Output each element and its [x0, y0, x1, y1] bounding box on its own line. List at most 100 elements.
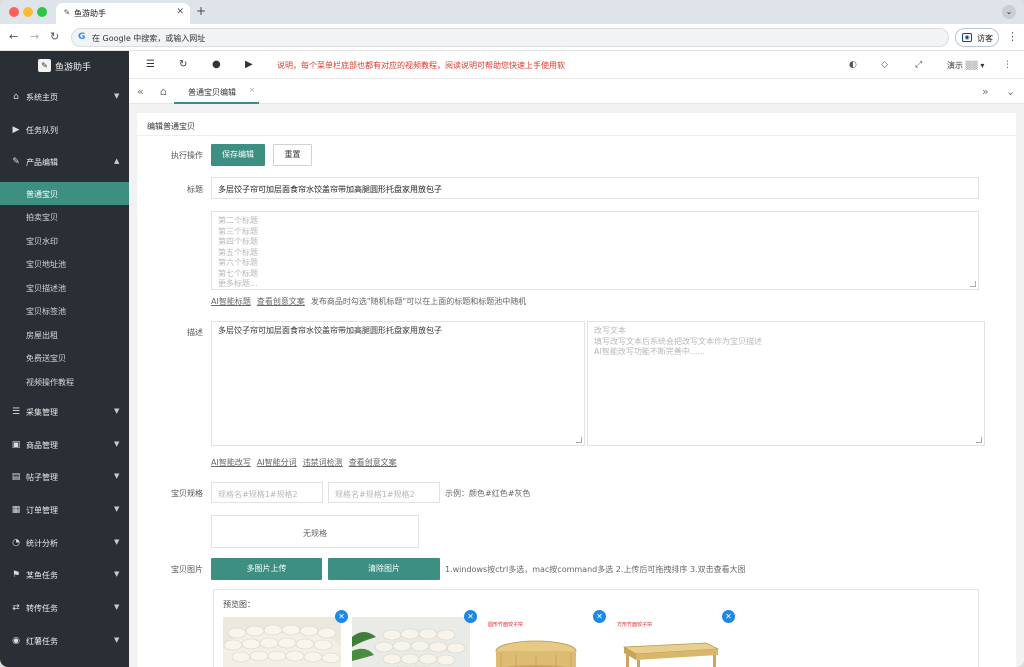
sidebar-subitem-free-giveaway[interactable]: 免费送宝贝	[0, 346, 129, 369]
theme-icon[interactable]: ◐	[849, 60, 857, 70]
scroll-left-icon[interactable]: «	[137, 85, 144, 98]
image-hint: 1.windows按ctrl多选，mac按command多选 2.上传后可拖拽排…	[445, 565, 746, 574]
sidebar-item-collect[interactable]: ☰ 采集管理 ▼	[0, 396, 129, 428]
extra-titles-textarea[interactable]: 第二个标题 第三个标题 第四个标题 第五个标题 第六个标题 第七个标题 更多标题…	[211, 211, 979, 290]
resize-handle-icon[interactable]	[576, 437, 582, 443]
browser-window: ✎ 鱼游助手 ✕ + ⌄ ← → ↻ G 在 Google 中搜索，或输入网址 …	[0, 0, 1024, 667]
thumbnail-image[interactable]: 方形竹面饺子帘	[610, 617, 728, 667]
sidebar-subitem-address-pool[interactable]: 宝贝地址池	[0, 252, 129, 275]
back-arrow-icon[interactable]: ←	[9, 30, 18, 43]
browser-tab[interactable]: ✎ 鱼游助手 ✕	[56, 3, 190, 24]
collapse-menu-icon[interactable]: ☰	[146, 59, 155, 70]
spec-example: 示例：颜色#红色#灰色	[445, 489, 531, 498]
thumbnail-image[interactable]	[352, 617, 470, 667]
save-button[interactable]: 保存编辑	[211, 144, 265, 166]
clear-images-button[interactable]: 清除图片	[328, 558, 440, 580]
minimize-window-button[interactable]	[23, 7, 33, 17]
title-input[interactable]: 多层饺子帘可加层面食帘水饺盖帘带加高腿圆形托盘家用放包子	[211, 177, 979, 199]
play-icon[interactable]: ▶	[245, 59, 253, 70]
tag-icon[interactable]: ◇	[881, 60, 888, 70]
stats-icon: ◔	[12, 538, 20, 548]
spec-label: 宝贝规格	[171, 489, 203, 498]
sidebar-subitem-rental[interactable]: 房屋出租	[0, 323, 129, 346]
sidebar: ✎ 鱼游助手 ⌂ 系统主页 ▼ ▶ 任务队列 ✎ 产品编辑 ▲ 普通宝贝 拍卖宝…	[0, 51, 129, 667]
sidebar-item-label: 某鱼任务	[26, 571, 58, 580]
spec-placeholder: 规格名#规格1#规格2	[218, 490, 298, 499]
chat-icon[interactable]: ●	[212, 59, 221, 70]
order-icon: ▦	[11, 505, 21, 515]
brand-name: 鱼游助手	[55, 63, 92, 73]
spec-input-2[interactable]: 规格名#规格1#规格2	[328, 482, 440, 503]
sidebar-subitem-label: 宝贝地址池	[26, 260, 66, 269]
banned-word-check-link[interactable]: 违禁词检测	[303, 458, 343, 467]
sidebar-item-redbook-tasks[interactable]: ◉ 红薯任务 ▼	[0, 625, 129, 657]
title-label: 标题	[187, 185, 203, 194]
creative-copy-link[interactable]: 查看创意文案	[257, 297, 305, 306]
sidebar-subitem-auction[interactable]: 拍卖宝贝	[0, 205, 129, 228]
card-title: 编辑普通宝贝	[147, 122, 195, 131]
content-area: 编辑普通宝贝 执行操作 保存编辑 重置 标题 多层饺子帘可加层面食帘水饺盖帘带加…	[129, 104, 1024, 667]
tab-close-icon[interactable]: ×	[249, 86, 255, 94]
sidebar-subitem-normal-item[interactable]: 普通宝贝	[0, 182, 129, 205]
thumbnail-image[interactable]: 圆形竹面饺子帘	[481, 617, 599, 667]
reset-button[interactable]: 重置	[273, 144, 312, 166]
goods-icon: ▣	[11, 440, 21, 450]
home-tab-icon[interactable]: ⌂	[160, 85, 167, 98]
ai-rewrite-link[interactable]: AI智能改写	[211, 458, 251, 467]
sidebar-item-stats[interactable]: ◔ 统计分析 ▼	[0, 527, 129, 559]
new-tab-button[interactable]: +	[196, 4, 206, 18]
delete-image-icon[interactable]: ✕	[593, 610, 606, 623]
omnibox[interactable]: G 在 Google 中搜索，或输入网址	[71, 28, 949, 47]
sidebar-subitem-video-tutorial[interactable]: 视频操作教程	[0, 370, 129, 393]
sidebar-subitem-tag-pool[interactable]: 宝贝标签池	[0, 299, 129, 322]
guest-profile-button[interactable]: ◉ 访客	[955, 28, 999, 47]
sidebar-item-task-queue[interactable]: ▶ 任务队列	[0, 114, 129, 146]
sidebar-item-product-edit[interactable]: ✎ 产品编辑 ▲	[0, 146, 129, 178]
tab-normal-item-edit[interactable]: 普通宝贝编辑 ×	[174, 80, 259, 104]
caret-down-icon: ▼	[114, 472, 120, 480]
ai-segment-link[interactable]: AI智能分词	[257, 458, 297, 467]
refresh-icon[interactable]: ↻	[179, 59, 187, 70]
sidebar-item-fish-tasks[interactable]: ⚑ 某鱼任务 ▼	[0, 559, 129, 591]
user-name: 演示	[947, 61, 963, 70]
sidebar-subitem-description-pool[interactable]: 宝贝描述池	[0, 276, 129, 299]
spec-input-1[interactable]: 规格名#规格1#规格2	[211, 482, 323, 503]
google-icon: G	[78, 32, 86, 42]
sidebar-item-goods[interactable]: ▣ 商品管理 ▼	[0, 429, 129, 461]
fullscreen-icon[interactable]: ⤢	[915, 60, 922, 70]
resize-handle-icon[interactable]	[970, 281, 976, 287]
sidebar-subitem-label: 拍卖宝贝	[26, 213, 58, 222]
user-menu[interactable]: 演示 ▒▒ ▾	[947, 60, 984, 71]
forward-arrow-icon[interactable]: →	[30, 30, 39, 43]
caret-down-icon: ▼	[114, 603, 120, 611]
title-hint: 发布商品时勾选"随机标题"可以在上面的标题和标题池中随机	[310, 297, 527, 306]
browser-menu-icon[interactable]: ⋮	[1007, 30, 1018, 43]
collect-icon: ☰	[11, 407, 21, 417]
tab-search-chevron-icon[interactable]: ⌄	[1002, 5, 1016, 19]
sidebar-subitem-watermark[interactable]: 宝贝水印	[0, 229, 129, 252]
resize-handle-icon[interactable]	[976, 437, 982, 443]
reload-icon[interactable]: ↻	[50, 30, 59, 43]
delete-image-icon[interactable]: ✕	[335, 610, 348, 623]
creative-copy-link[interactable]: 查看创意文案	[349, 458, 397, 467]
sidebar-item-posts[interactable]: ▤ 帖子管理 ▼	[0, 461, 129, 493]
zoom-window-button[interactable]	[37, 7, 47, 17]
rewrite-textarea[interactable]: 改写文本 填写改写文本后系统会把改写文本作为宝贝描述 AI智能改写功能不断完善中…	[587, 321, 985, 446]
scroll-right-icon[interactable]: »	[982, 85, 989, 98]
omnibox-placeholder: 在 Google 中搜索，或输入网址	[92, 34, 206, 43]
sidebar-item-home[interactable]: ⌂ 系统主页 ▼	[0, 81, 129, 113]
more-options-icon[interactable]: ⋮	[1003, 60, 1012, 70]
description-textarea[interactable]: 多层饺子帘可加层面食帘水饺盖帘带加高腿圆形托盘家用放包子	[211, 321, 585, 446]
browser-tab-title: 鱼游助手	[74, 9, 106, 18]
sidebar-item-transfer-tasks[interactable]: ⇄ 转传任务 ▼	[0, 592, 129, 624]
delete-image-icon[interactable]: ✕	[464, 610, 477, 623]
tab-menu-chevron-icon[interactable]: ⌄	[1006, 85, 1015, 98]
tab-close-icon[interactable]: ✕	[176, 7, 184, 17]
close-window-button[interactable]	[9, 7, 19, 17]
thumbnail-image[interactable]	[223, 617, 341, 667]
delete-image-icon[interactable]: ✕	[722, 610, 735, 623]
ai-title-link[interactable]: AI智能标题	[211, 297, 251, 306]
multi-upload-button[interactable]: 多图片上传	[211, 558, 322, 580]
sidebar-item-orders[interactable]: ▦ 订单管理 ▼	[0, 494, 129, 526]
sidebar-item-label: 系统主页	[26, 93, 58, 102]
